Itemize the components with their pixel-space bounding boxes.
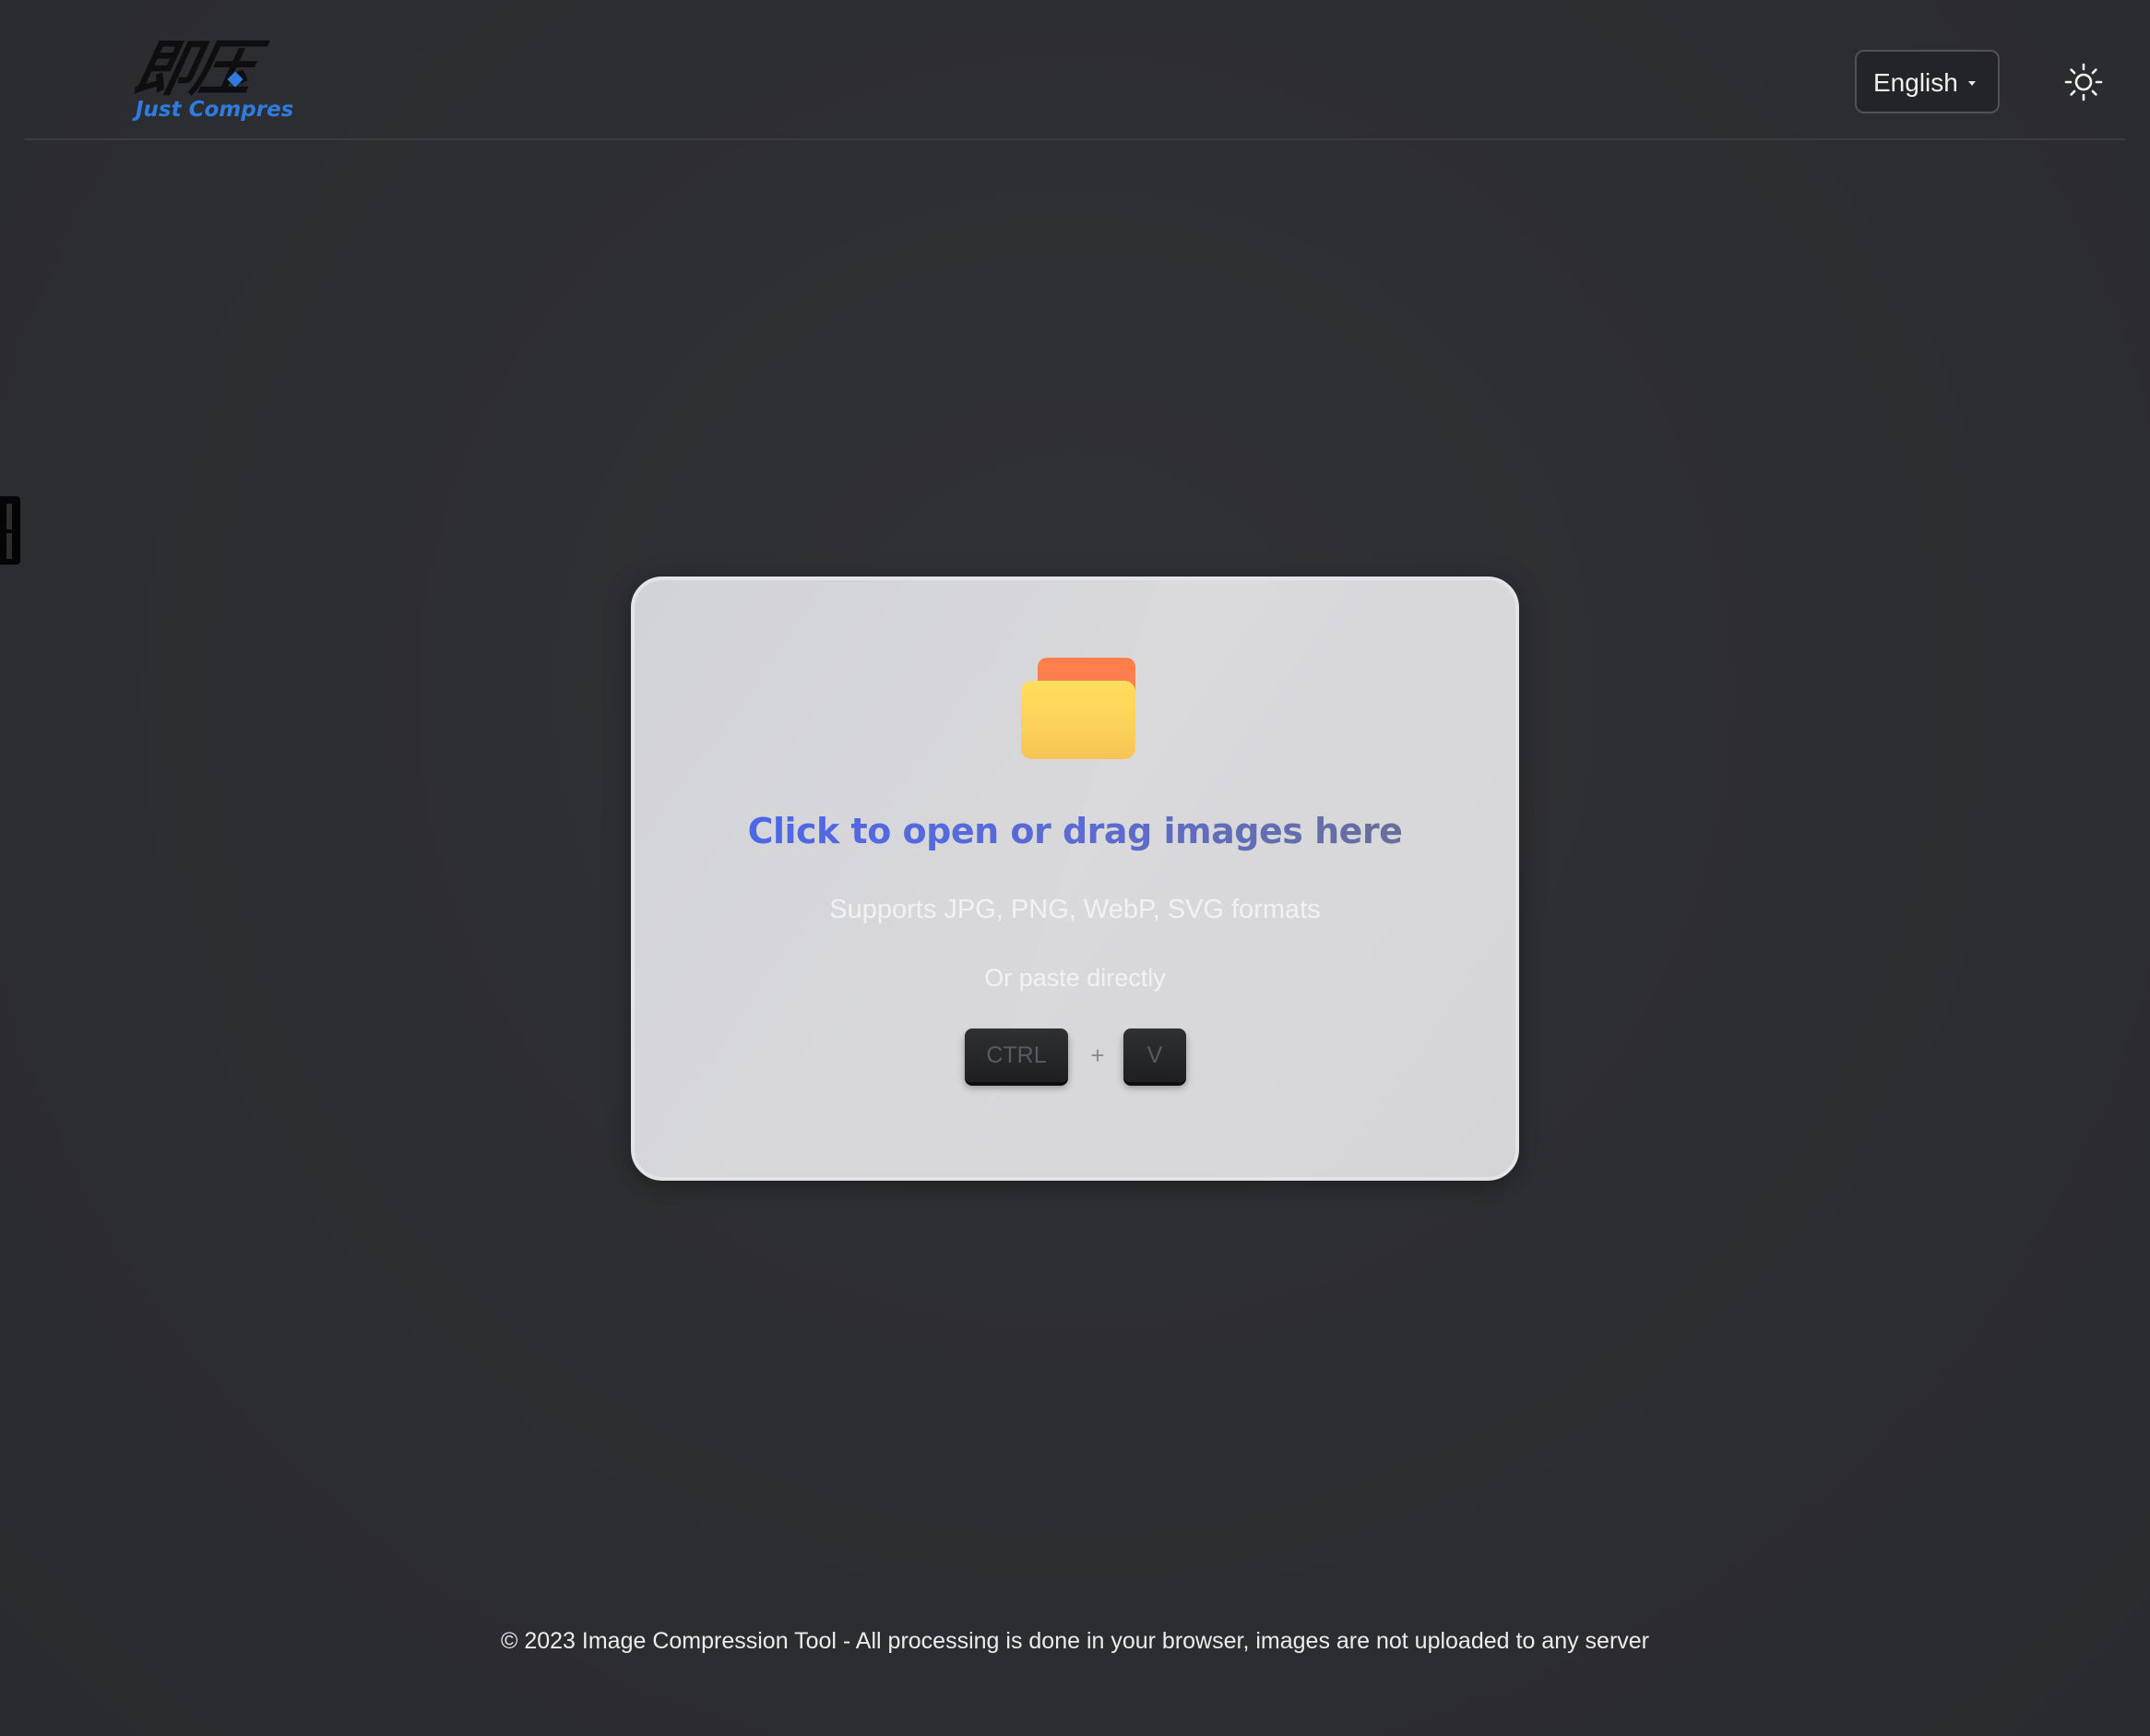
handle-grip bbox=[6, 533, 12, 559]
chevron-down-icon bbox=[1968, 81, 1976, 86]
theme-toggle-button[interactable] bbox=[2061, 59, 2107, 105]
logo[interactable]: 即压 Just Compres bbox=[108, 31, 311, 133]
sun-icon bbox=[2064, 63, 2103, 101]
footer-text: © 2023 Image Compression Tool - All proc… bbox=[500, 1628, 1650, 1654]
header: 即压 Just Compres English bbox=[25, 0, 2125, 140]
handle-grip bbox=[6, 504, 12, 529]
language-selected-value: English bbox=[1873, 68, 1958, 97]
ctrl-key: CTRL bbox=[965, 1029, 1068, 1082]
logo-subtitle: Just Compres bbox=[136, 98, 294, 122]
upload-dropzone[interactable]: Click to open or drag images here Suppor… bbox=[631, 577, 1519, 1181]
supported-formats-text: Supports JPG, PNG, WebP, SVG formats bbox=[829, 895, 1321, 924]
dropzone-title: Click to open or drag images here bbox=[635, 809, 1515, 853]
folder-icon bbox=[1021, 658, 1137, 761]
language-select[interactable]: English bbox=[1855, 50, 2000, 113]
app-root: 即压 Just Compres English Click to open or… bbox=[0, 0, 2150, 1736]
v-key: V bbox=[1123, 1029, 1186, 1082]
folder-icon-front bbox=[1021, 681, 1135, 759]
logo-mark: 即压 bbox=[127, 32, 258, 104]
plus-sign: + bbox=[1090, 1041, 1105, 1069]
side-panel-handle[interactable] bbox=[0, 496, 20, 565]
paste-hint-text: Or paste directly bbox=[984, 964, 1166, 992]
